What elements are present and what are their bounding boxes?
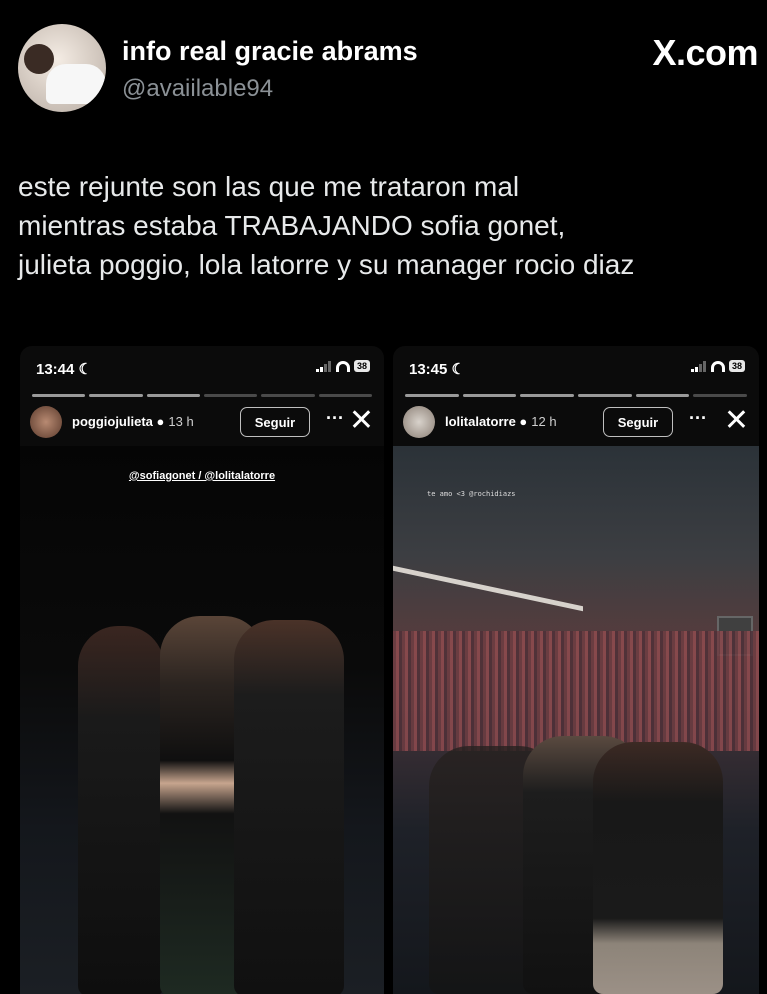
story-photo <box>20 446 384 994</box>
close-icon[interactable]: ✕ <box>724 404 749 438</box>
signal-icon <box>690 360 707 372</box>
avatar-head <box>24 44 54 74</box>
follow-button[interactable]: Seguir <box>603 407 673 437</box>
story-caption[interactable]: te amo <3 @rochidiazs <box>427 490 516 498</box>
stadium-crowd <box>393 631 759 751</box>
wifi-icon <box>710 360 725 372</box>
tweet-line: este rejunte son las que me trataron mal <box>18 171 520 202</box>
more-icon[interactable]: ··· <box>689 408 707 429</box>
status-bar: 13:44 ☾ 38 <box>20 346 384 386</box>
profile-avatar[interactable] <box>18 24 106 112</box>
tweet-header: info real gracie abrams @avaiilable94 X.… <box>18 24 758 114</box>
verified-icon: ● <box>156 414 165 429</box>
battery-icon: 38 <box>728 360 745 372</box>
moon-icon: ☾ <box>451 361 465 378</box>
story-user-avatar[interactable] <box>403 406 435 438</box>
story-progress <box>32 394 372 397</box>
story-header: lolitalatorre ● 12 h Seguir ··· ✕ <box>403 404 749 440</box>
wifi-icon <box>335 360 350 372</box>
story-photo <box>393 446 759 994</box>
signal-icon <box>315 360 332 372</box>
story-header: poggiojulieta ● 13 h Seguir ··· ✕ <box>30 404 374 440</box>
status-icons: 38 <box>315 360 370 372</box>
display-name[interactable]: info real gracie abrams <box>122 36 418 67</box>
photo-person <box>593 742 723 994</box>
moon-icon: ☾ <box>78 361 92 378</box>
story-mention[interactable]: @sofiagonet / @lolitalatorre <box>20 470 384 482</box>
tweet-line: mientras estaba TRABAJANDO sofia gonet, <box>18 210 566 241</box>
battery-icon: 38 <box>353 360 370 372</box>
verified-icon: ● <box>519 414 528 429</box>
tweet-line: julieta poggio, lola latorre y su manage… <box>18 249 635 280</box>
status-time: 13:44 ☾ <box>36 361 92 378</box>
story-age: 12 h <box>531 414 557 429</box>
tweet-text: este rejunte son las que me trataron mal… <box>18 167 758 284</box>
x-logo-text: X.com <box>652 32 758 73</box>
photo-person <box>78 626 164 994</box>
status-bar: 13:45 ☾ 38 <box>393 346 759 386</box>
story-age: 13 h <box>168 414 194 429</box>
more-icon[interactable]: ··· <box>326 408 344 429</box>
status-time: 13:45 ☾ <box>409 361 465 378</box>
story-user-avatar[interactable] <box>30 406 62 438</box>
avatar-shirt <box>46 64 106 104</box>
story-username[interactable]: poggiojulieta ● 13 h <box>72 414 194 429</box>
close-icon[interactable]: ✕ <box>349 404 374 438</box>
story-screenshot-left[interactable]: 13:44 ☾ 38 poggiojulieta ● 13 h Seguir ··… <box>20 346 384 994</box>
follow-button[interactable]: Seguir <box>240 407 310 437</box>
story-progress <box>405 394 748 397</box>
photo-person <box>234 620 344 994</box>
story-username[interactable]: lolitalatorre ● 12 h <box>445 414 557 429</box>
user-handle[interactable]: @avaiilable94 <box>122 75 273 103</box>
story-screenshot-right[interactable]: 13:45 ☾ 38 lolitalatorre ● 12 h Seguir ··… <box>393 346 759 994</box>
status-icons: 38 <box>690 360 745 372</box>
